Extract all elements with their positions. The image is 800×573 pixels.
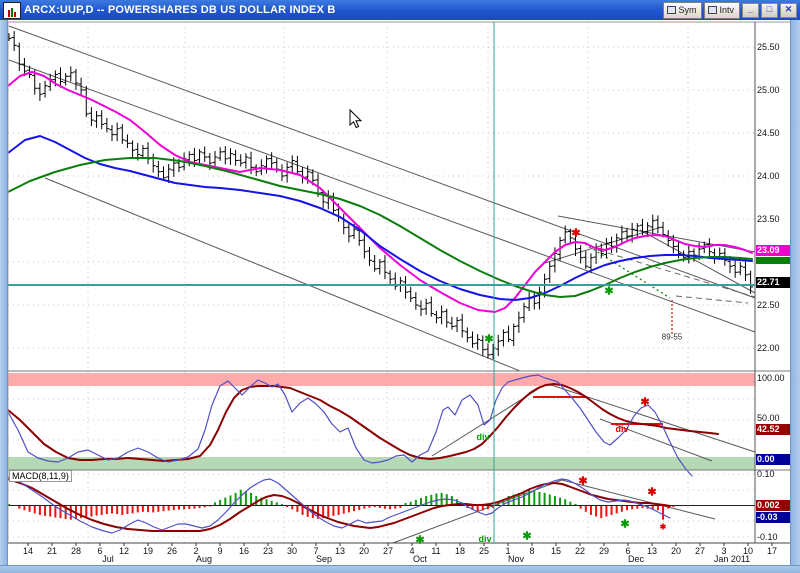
date-tick-label: 18 <box>455 546 465 556</box>
asterisk-marker: ✱ <box>640 396 649 409</box>
date-tick-label: 26 <box>167 546 177 556</box>
date-tick-label: 16 <box>239 546 249 556</box>
asterisk-marker: ✱ <box>660 523 667 532</box>
price-tick-label: 23.50 <box>757 214 790 224</box>
window-border-right <box>790 20 800 565</box>
date-tick-label: 15 <box>551 546 561 556</box>
date-tick-label: 27 <box>383 546 393 556</box>
price-tick-label: 22.00 <box>757 343 790 353</box>
price-tick-label: 24.00 <box>757 171 790 181</box>
slow-ma-badge <box>756 257 791 264</box>
date-tick-label: 9 <box>217 546 222 556</box>
stoch-value-badge: 42.52 <box>756 424 791 435</box>
intv-icon <box>708 6 717 14</box>
asterisk-marker: ✱ <box>578 475 587 488</box>
asterisk-marker: ✱ <box>571 227 580 240</box>
asterisk-marker: ✱ <box>484 333 493 346</box>
macd-bottom-label: -0.10 <box>757 532 790 542</box>
divergence-label: div <box>478 534 491 544</box>
date-tick-label: 11 <box>431 546 440 556</box>
date-tick-label: 10 <box>743 546 753 556</box>
chart-window: ARCX:UUP,D -- POWERSHARES DB US DOLLAR I… <box>0 0 800 573</box>
asterisk-marker: ✱ <box>522 530 531 543</box>
mouse-cursor <box>350 110 361 128</box>
date-tick-label: 25 <box>479 546 489 556</box>
date-tick-label: 21 <box>47 546 57 556</box>
divergence-label: div <box>476 432 489 442</box>
date-tick-label: 8 <box>529 546 534 556</box>
asterisk-marker: ✱ <box>647 486 656 499</box>
asterisk-marker: ✱ <box>415 534 424 547</box>
price-tick-label: 25.50 <box>757 42 790 52</box>
maximize-button[interactable]: □ <box>761 3 778 18</box>
date-tick-label: 13 <box>335 546 345 556</box>
price-tick-label: 22.50 <box>757 300 790 310</box>
month-label: Aug <box>196 554 212 564</box>
price-target-label: 89-55 <box>662 333 682 342</box>
stoch-50-label: 50.00 <box>757 413 790 423</box>
window-border-bottom <box>0 565 800 573</box>
app-icon <box>3 2 21 19</box>
divergence-label: div <box>615 424 628 434</box>
window-border-left <box>0 20 8 565</box>
date-tick-label: 23 <box>263 546 273 556</box>
date-tick-label: 14 <box>23 546 33 556</box>
macd-top-label: 0.10 <box>757 469 790 479</box>
window-title: ARCX:UUP,D -- POWERSHARES DB US DOLLAR I… <box>24 4 336 16</box>
macd-panel-label: MACD(8,11,9) <box>9 470 72 482</box>
month-label: Dec <box>628 554 644 564</box>
last-price-badge: 22.71 <box>756 277 791 288</box>
intv-button[interactable]: Intv <box>704 2 740 19</box>
minimize-button[interactable]: _ <box>742 3 759 18</box>
asterisk-marker: ✱ <box>620 518 629 531</box>
date-tick-label: 27 <box>695 546 705 556</box>
fast-ma-badge: 23.09 <box>756 245 791 256</box>
date-tick-label: 13 <box>647 546 657 556</box>
chart-plot-area[interactable] <box>0 0 800 573</box>
stoch-zero-badge: 0.00 <box>756 454 791 465</box>
month-label: Jul <box>102 554 114 564</box>
title-bar[interactable]: ARCX:UUP,D -- POWERSHARES DB US DOLLAR I… <box>0 0 800 20</box>
month-label: Sep <box>316 554 332 564</box>
sym-button[interactable]: Sym <box>663 2 702 19</box>
macd-value-badge: -0.03 <box>756 512 791 523</box>
date-tick-label: 28 <box>71 546 81 556</box>
date-tick-label: 12 <box>119 546 129 556</box>
date-tick-label: 20 <box>359 546 369 556</box>
sym-icon <box>667 6 676 14</box>
price-tick-label: 24.50 <box>757 128 790 138</box>
month-label: Nov <box>508 554 524 564</box>
date-tick-label: 20 <box>671 546 681 556</box>
date-tick-label: 19 <box>143 546 153 556</box>
price-tick-label: 25.00 <box>757 85 790 95</box>
macd-signal-badge: 0.002 <box>756 500 791 511</box>
date-tick-label: 29 <box>599 546 609 556</box>
date-tick-label: 17 <box>767 546 777 556</box>
stoch-100-label: 100.00 <box>757 373 790 383</box>
month-label: Oct <box>413 554 427 564</box>
date-tick-label: 30 <box>287 546 297 556</box>
date-tick-label: 22 <box>575 546 585 556</box>
close-button[interactable]: ✕ <box>780 3 797 18</box>
asterisk-marker: ✱ <box>604 285 613 298</box>
